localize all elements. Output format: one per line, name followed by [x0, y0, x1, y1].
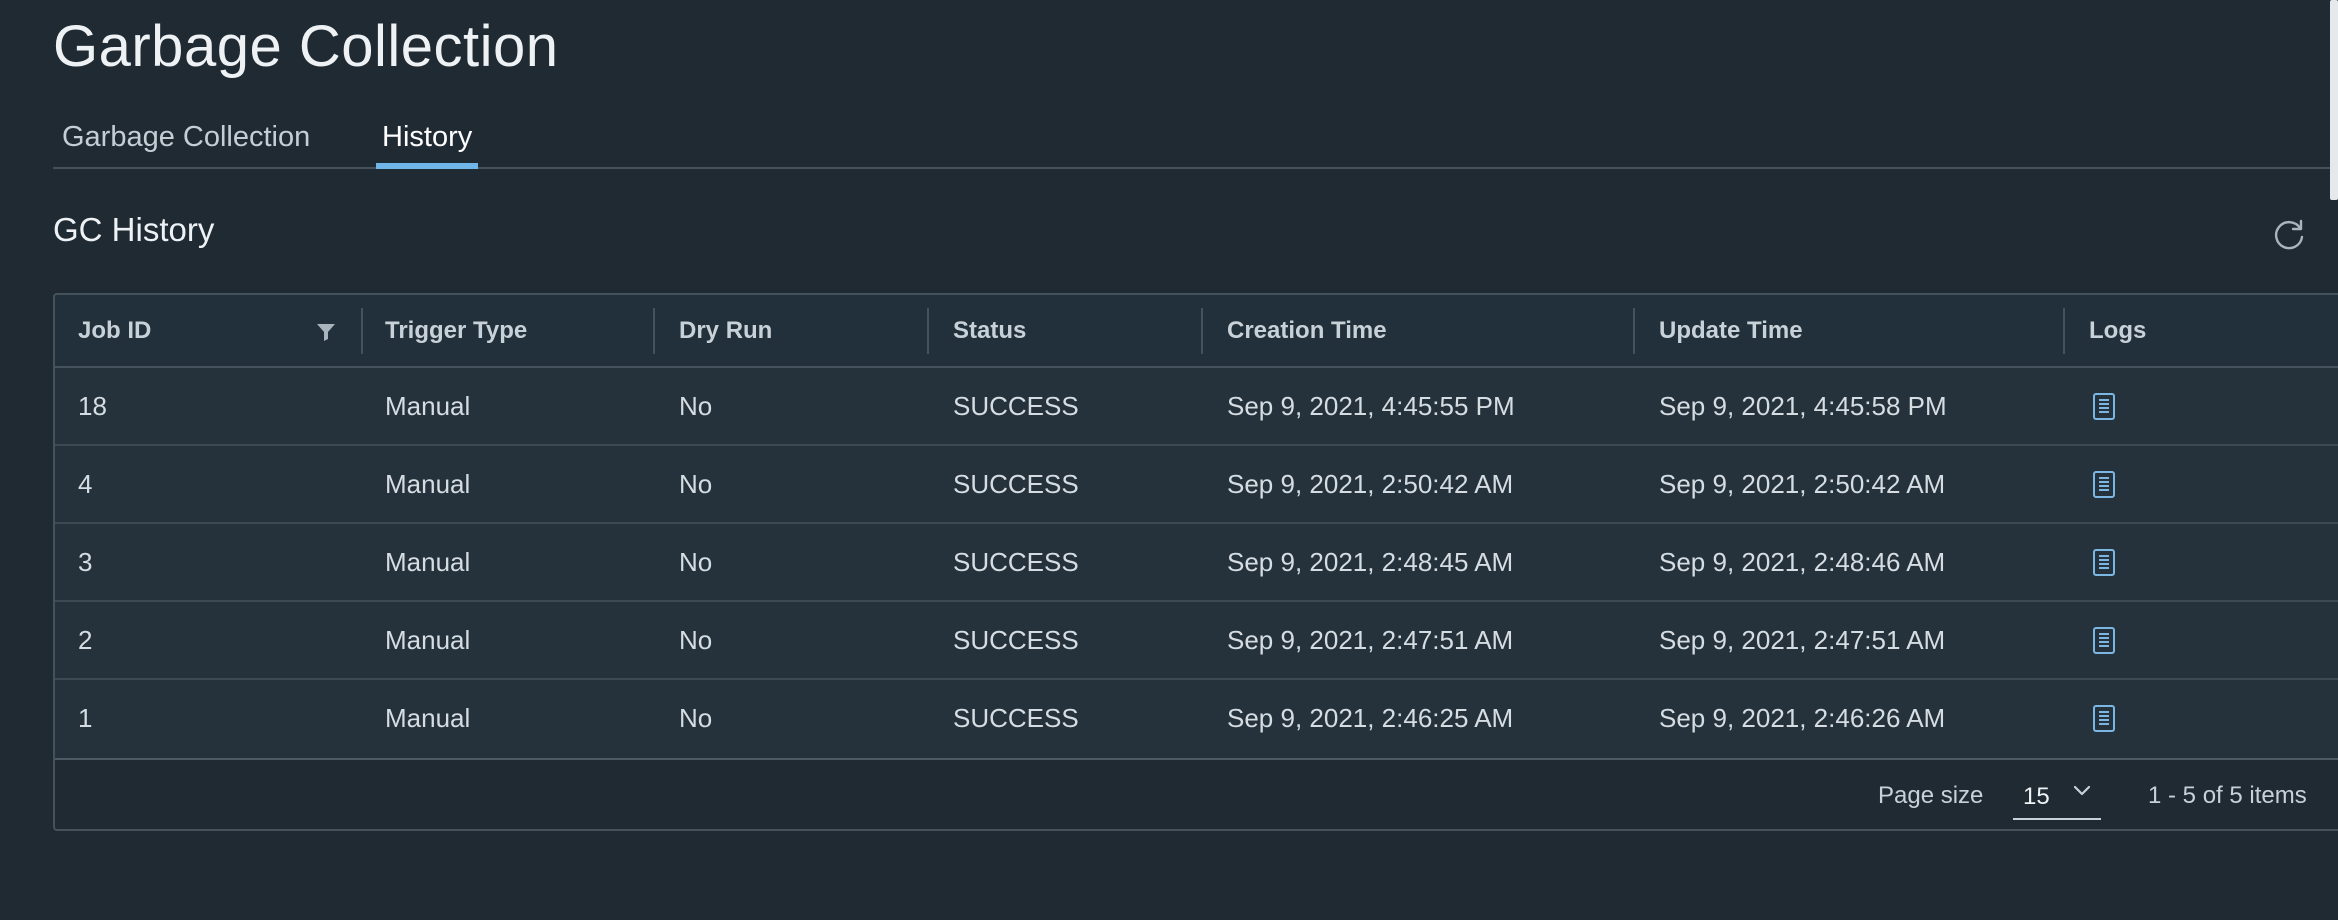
- document-icon[interactable]: [2092, 548, 2116, 577]
- column-separator: [1633, 308, 1635, 354]
- cell-status: SUCCESS: [953, 469, 1079, 499]
- cell-status: SUCCESS: [953, 547, 1079, 577]
- page-title: Garbage Collection: [53, 14, 559, 79]
- cell-dry-run: No: [679, 625, 713, 655]
- cell-creation-time: Sep 9, 2021, 2:46:25 AM: [1227, 703, 1514, 733]
- cell-dry-run: No: [679, 469, 713, 499]
- column-header-update-time[interactable]: Update Time: [1659, 295, 1803, 366]
- gc-history-table: Job ID Trigger Type Dry Run Status Creat…: [53, 293, 2338, 831]
- cell-creation-time: Sep 9, 2021, 2:48:45 AM: [1227, 547, 1514, 577]
- cell-creation-time: Sep 9, 2021, 2:50:42 AM: [1227, 469, 1514, 499]
- column-separator: [927, 308, 929, 354]
- cell-trigger-type: Manual: [385, 703, 471, 733]
- cell-trigger-type: Manual: [385, 469, 471, 499]
- page-size-label: Page size: [1878, 782, 1984, 809]
- column-header-status[interactable]: Status: [953, 295, 1026, 366]
- cell-dry-run: No: [679, 703, 713, 733]
- page-size-value: 15: [2023, 783, 2050, 810]
- table-row: 1 Manual No SUCCESS Sep 9, 2021, 2:46:25…: [55, 680, 2338, 758]
- cell-dry-run: No: [679, 391, 713, 421]
- table-header: Job ID Trigger Type Dry Run Status Creat…: [55, 295, 2338, 368]
- refresh-icon[interactable]: [2270, 216, 2308, 254]
- document-icon[interactable]: [2092, 704, 2116, 733]
- cell-dry-run: No: [679, 547, 713, 577]
- cell-status: SUCCESS: [953, 703, 1079, 733]
- column-header-trigger-type[interactable]: Trigger Type: [385, 295, 527, 366]
- document-icon[interactable]: [2092, 392, 2116, 421]
- table-row: 3 Manual No SUCCESS Sep 9, 2021, 2:48:45…: [55, 524, 2338, 602]
- column-separator: [1201, 308, 1203, 354]
- tab-garbage-collection[interactable]: Garbage Collection: [62, 112, 310, 167]
- cell-trigger-type: Manual: [385, 547, 471, 577]
- cell-update-time: Sep 9, 2021, 2:47:51 AM: [1659, 625, 1946, 655]
- cell-update-time: Sep 9, 2021, 4:45:58 PM: [1659, 391, 1947, 421]
- scrollbar[interactable]: [2330, 0, 2338, 200]
- document-icon[interactable]: [2092, 470, 2116, 499]
- column-header-logs: Logs: [2089, 317, 2147, 344]
- tab-history[interactable]: History: [376, 112, 479, 169]
- pagination-description: 1 - 5 of 5 items: [2148, 782, 2307, 809]
- column-header-dry-run[interactable]: Dry Run: [679, 295, 772, 366]
- cell-job-id: 2: [78, 625, 93, 655]
- column-separator: [2063, 308, 2065, 354]
- cell-job-id: 3: [78, 547, 93, 577]
- table-row: 18 Manual No SUCCESS Sep 9, 2021, 4:45:5…: [55, 368, 2338, 446]
- table-row: 4 Manual No SUCCESS Sep 9, 2021, 2:50:42…: [55, 446, 2338, 524]
- column-separator: [653, 308, 655, 354]
- cell-trigger-type: Manual: [385, 391, 471, 421]
- cell-job-id: 18: [78, 391, 107, 421]
- cell-update-time: Sep 9, 2021, 2:50:42 AM: [1659, 469, 1946, 499]
- column-header-creation-time[interactable]: Creation Time: [1227, 295, 1387, 366]
- table-footer: Page size 15 1 - 5 of 5 items: [55, 758, 2338, 829]
- section-title: GC History: [53, 211, 215, 248]
- cell-creation-time: Sep 9, 2021, 2:47:51 AM: [1227, 625, 1514, 655]
- cell-trigger-type: Manual: [385, 625, 471, 655]
- cell-status: SUCCESS: [953, 625, 1079, 655]
- cell-status: SUCCESS: [953, 391, 1079, 421]
- document-icon[interactable]: [2092, 626, 2116, 655]
- column-separator: [361, 308, 363, 354]
- filter-icon[interactable]: [315, 322, 337, 342]
- chevron-down-icon: [2073, 784, 2091, 798]
- cell-update-time: Sep 9, 2021, 2:46:26 AM: [1659, 703, 1946, 733]
- column-header-job-id[interactable]: Job ID: [78, 295, 151, 366]
- cell-job-id: 1: [78, 703, 93, 733]
- table-row: 2 Manual No SUCCESS Sep 9, 2021, 2:47:51…: [55, 602, 2338, 680]
- tab-bar: Garbage Collection History: [53, 112, 2338, 169]
- cell-job-id: 4: [78, 469, 93, 499]
- page-size-select[interactable]: 15: [2013, 774, 2101, 820]
- cell-update-time: Sep 9, 2021, 2:48:46 AM: [1659, 547, 1946, 577]
- cell-creation-time: Sep 9, 2021, 4:45:55 PM: [1227, 391, 1515, 421]
